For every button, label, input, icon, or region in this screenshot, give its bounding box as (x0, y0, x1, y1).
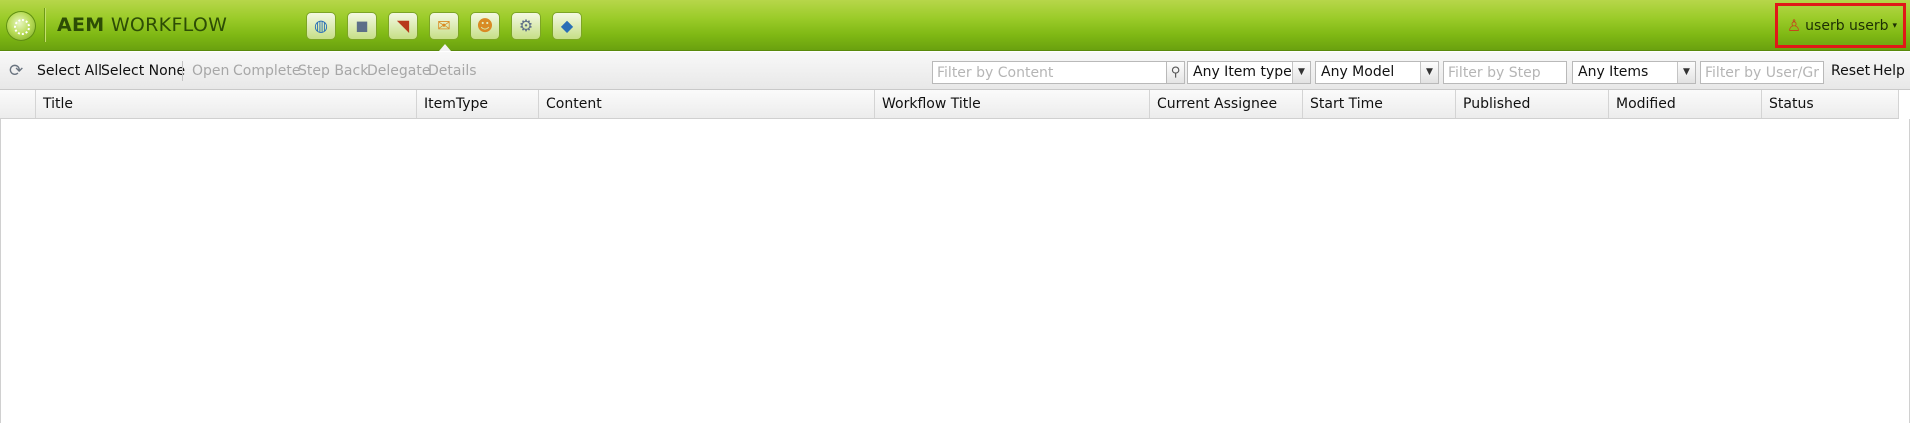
reset-button[interactable]: Reset (1831, 63, 1870, 79)
column-header-start-time[interactable]: Start Time (1303, 90, 1456, 118)
select-all-button[interactable]: Select All (37, 63, 102, 79)
items-value: Any Items (1578, 64, 1649, 80)
tag-icon: ◆ (560, 16, 574, 35)
search-icon[interactable]: ⚲ (1166, 61, 1185, 84)
column-header-current-assignee[interactable]: Current Assignee (1150, 90, 1303, 118)
app-title: AEM WORKFLOW (57, 14, 227, 36)
nav-inbox-button[interactable]: ✉ (429, 12, 459, 51)
nav-icon-bar: ◍ ◼ ◥ ✉ ☻ ⚙ ◆ (306, 12, 582, 51)
inbox-toolbar: ⟳ Select All Select None Open Complete S… (0, 52, 1910, 90)
users-icon: ☻ (476, 16, 494, 35)
header-divider (44, 8, 45, 42)
filter-step-input[interactable] (1443, 61, 1567, 84)
tools-icon: ⚙ (518, 16, 534, 35)
column-header-published[interactable]: Published (1456, 90, 1609, 118)
open-button[interactable]: Open (192, 63, 229, 79)
select-none-button[interactable]: Select None (101, 63, 185, 79)
app-header: AEM WORKFLOW ◍ ◼ ◥ ✉ ☻ ⚙ ◆ ♙ userb userb… (0, 0, 1910, 51)
model-value: Any Model (1321, 64, 1395, 80)
help-button[interactable]: Help (1873, 63, 1905, 79)
refresh-icon[interactable]: ⟳ (9, 62, 27, 80)
globe-icon: ◍ (314, 16, 328, 35)
grid-header: Title ItemType Content Workflow Title Cu… (0, 90, 1899, 119)
app-title-bold: AEM (57, 14, 105, 36)
inbox-envelope-icon: ✉ (437, 16, 451, 35)
item-type-value: Any Item type (1193, 64, 1292, 80)
column-header-title[interactable]: Title (36, 90, 417, 118)
user-icon: ♙ (1786, 16, 1802, 35)
nav-tagging-button[interactable]: ◆ (552, 12, 582, 40)
model-select[interactable]: Any Model ▼ (1315, 61, 1439, 84)
chevron-down-icon: ▾ (1892, 20, 1897, 31)
column-header-itemtype[interactable]: ItemType (417, 90, 539, 118)
toolbar-separator (182, 61, 183, 81)
chevron-down-icon: ▼ (1677, 62, 1695, 83)
details-button[interactable]: Details (428, 63, 477, 79)
complete-button[interactable]: Complete (233, 63, 300, 79)
column-select-checkbox[interactable] (0, 90, 36, 118)
app-title-rest: WORKFLOW (110, 14, 228, 36)
step-back-button[interactable]: Step Back (298, 63, 368, 79)
filter-user-input[interactable] (1700, 61, 1824, 84)
camera-icon: ◼ (355, 16, 369, 35)
megaphone-icon: ◥ (396, 16, 410, 35)
item-type-select[interactable]: Any Item type ▼ (1187, 61, 1311, 84)
chevron-down-icon: ▼ (1420, 62, 1438, 83)
nav-campaigns-button[interactable]: ◥ (388, 12, 418, 40)
column-header-modified[interactable]: Modified (1609, 90, 1762, 118)
user-name: userb userb (1805, 17, 1889, 34)
aem-logo-icon[interactable] (6, 11, 36, 41)
grid-body (0, 119, 1910, 423)
nav-users-button[interactable]: ☻ (470, 12, 500, 40)
nav-tools-button[interactable]: ⚙ (511, 12, 541, 40)
nav-dam-button[interactable]: ◼ (347, 12, 377, 40)
nav-websites-button[interactable]: ◍ (306, 12, 336, 40)
delegate-button[interactable]: Delegate (367, 63, 430, 79)
chevron-down-icon: ▼ (1292, 62, 1310, 83)
column-header-status[interactable]: Status (1762, 90, 1899, 118)
items-select[interactable]: Any Items ▼ (1572, 61, 1696, 84)
filter-content-input[interactable] (932, 61, 1167, 84)
user-menu[interactable]: ♙ userb userb ▾ (1775, 3, 1906, 48)
column-header-workflow-title[interactable]: Workflow Title (875, 90, 1150, 118)
column-header-content[interactable]: Content (539, 90, 875, 118)
